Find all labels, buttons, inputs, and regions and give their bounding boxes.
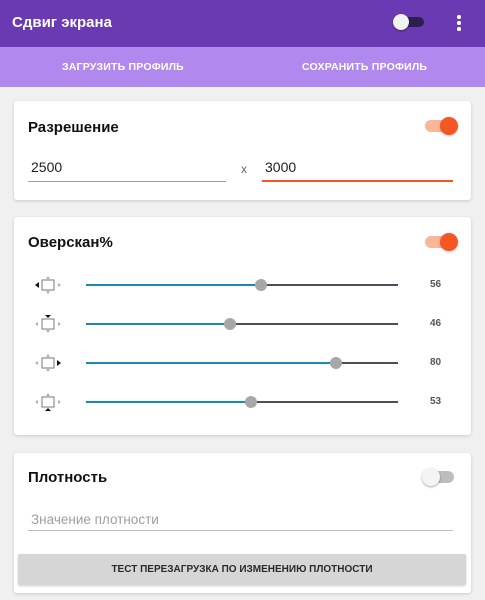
slider-value: 46 xyxy=(430,318,442,329)
load-profile-button[interactable]: ЗАГРУЗИТЬ ПРОФИЛЬ xyxy=(62,47,184,87)
overscan-left-icon xyxy=(35,276,61,294)
slider-fill xyxy=(86,401,252,403)
slider-value: 53 xyxy=(430,396,442,407)
overscan-card: Оверскан% 56 46 80 53 xyxy=(14,217,471,435)
profile-toolbar: ЗАГРУЗИТЬ ПРОФИЛЬ СОХРАНИТЬ ПРОФИЛЬ xyxy=(0,47,485,87)
height-input[interactable]: 3000 xyxy=(262,154,453,182)
save-profile-button[interactable]: СОХРАНИТЬ ПРОФИЛЬ xyxy=(302,47,427,87)
overscan-toggle[interactable] xyxy=(425,232,458,252)
slider-fill xyxy=(86,323,230,325)
slider-thumb[interactable] xyxy=(245,396,258,408)
slider-fill xyxy=(86,284,261,286)
slider-thumb[interactable] xyxy=(254,279,267,291)
app-bar: Сдвиг экрана xyxy=(0,0,485,47)
overscan-top-icon xyxy=(35,315,61,333)
master-toggle-switch[interactable] xyxy=(393,14,425,30)
overscan-right-slider: 80 xyxy=(14,352,471,374)
resolution-toggle[interactable] xyxy=(425,116,458,136)
slider-value: 56 xyxy=(430,279,442,290)
overscan-bottom-icon xyxy=(35,393,61,411)
resolution-title: Разрешение xyxy=(28,119,119,136)
overscan-left-slider: 56 xyxy=(14,274,471,296)
resolution-card: Разрешение 2500 x 3000 xyxy=(14,101,471,200)
slider-thumb[interactable] xyxy=(223,318,236,330)
test-reboot-density-button[interactable]: ТЕСТ ПЕРЕЗАГРУЗКА ПО ИЗМЕНЕНИЮ ПЛОТНОСТИ xyxy=(18,554,466,585)
slider-value: 80 xyxy=(430,357,442,368)
more-vert-icon[interactable] xyxy=(451,12,467,34)
density-input[interactable]: Значение плотности xyxy=(28,503,453,531)
slider-fill xyxy=(86,362,336,364)
overscan-right-icon xyxy=(35,354,61,372)
resolution-separator: x xyxy=(241,162,247,176)
overscan-title: Оверскан% xyxy=(28,234,113,251)
slider-thumb[interactable] xyxy=(329,357,342,369)
overscan-top-slider: 46 xyxy=(14,313,471,335)
app-title: Сдвиг экрана xyxy=(12,14,112,31)
density-title: Плотность xyxy=(28,469,108,486)
overscan-bottom-slider: 53 xyxy=(14,391,471,413)
width-input[interactable]: 2500 xyxy=(28,154,226,182)
density-toggle[interactable] xyxy=(422,467,456,487)
density-card: Плотность Значение плотности ТЕСТ ПЕРЕЗА… xyxy=(14,453,471,593)
switch-thumb xyxy=(393,14,409,30)
